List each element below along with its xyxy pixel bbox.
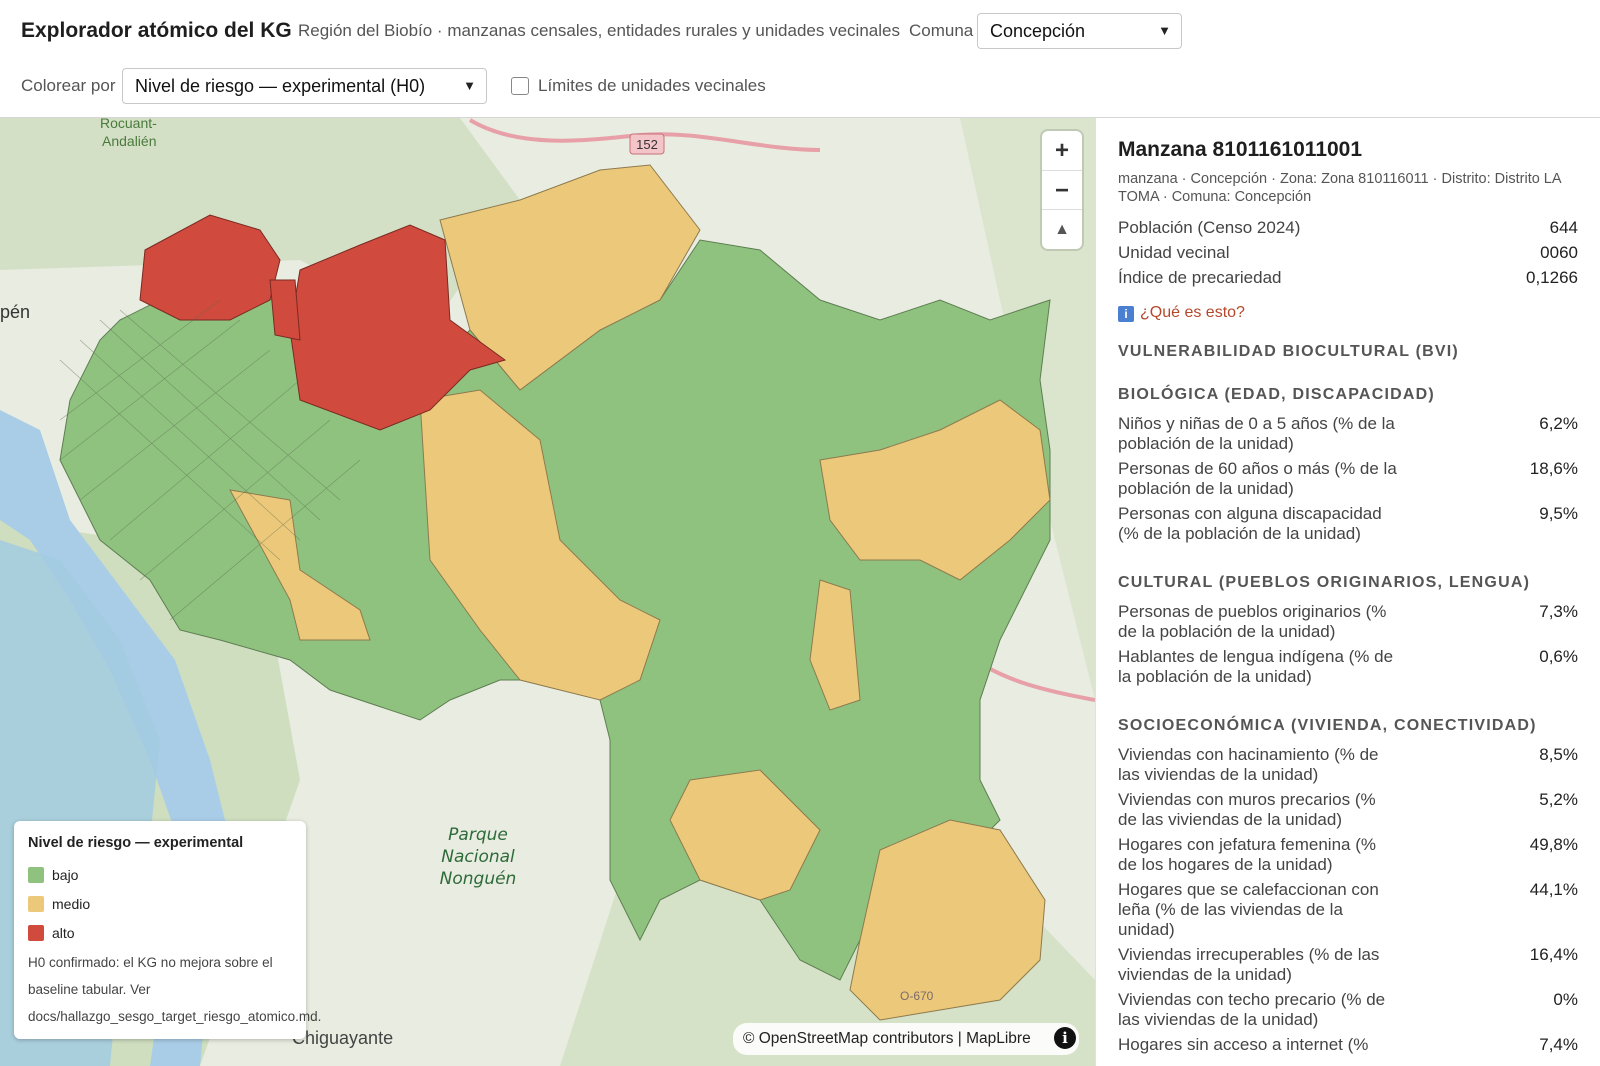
limites-checkbox[interactable] (511, 77, 529, 95)
section-biologica: BIOLÓGICA (EDAD, DISCAPACIDAD) (1118, 386, 1435, 403)
bvi-heading: VULNERABILIDAD BIOCULTURAL (BVI) (1118, 343, 1459, 360)
metric-value: 0,6% (1539, 647, 1578, 666)
map-zoom-control: + − ▲ (1042, 131, 1082, 249)
metric-value: 16,4% (1529, 945, 1578, 964)
section-cultural: CULTURAL (PUEBLOS ORIGINARIOS, LENGUA) (1118, 574, 1531, 591)
info-icon[interactable]: i (1054, 1027, 1076, 1049)
metric-label: Niños y niñas de 0 a 5 años (% de la pob… (1118, 414, 1395, 453)
panel-title: Manzana 8101161011001 (1118, 138, 1363, 161)
chevron-down-icon: ▼ (1158, 23, 1171, 38)
metric-label: Hogares que se calefaccionan con leña (%… (1118, 880, 1379, 939)
metric-value: 8,5% (1539, 745, 1578, 764)
map-label-parque-2: Nacional (441, 847, 515, 867)
panel-meta: manzana · Concepción · Zona: Zona 810116… (1118, 171, 1561, 205)
route-152-label: 152 (636, 137, 658, 152)
metric-label: Viviendas con hacinamiento (% de las viv… (1118, 745, 1379, 784)
section-socioeconomica: SOCIOECONÓMICA (VIVIENDA, CONECTIVIDAD) (1118, 717, 1537, 734)
legend-swatch-medio (28, 896, 44, 912)
metric-label: Personas de pueblos originarios (% de la… (1118, 602, 1387, 641)
metric-row: Hablantes de lengua indígena (% de la po… (1118, 647, 1578, 687)
metric-label: Hogares con jefatura femenina (% de los … (1118, 835, 1376, 874)
comuna-select-value: Concepción (990, 21, 1086, 41)
row-label: Unidad vecinal (1118, 243, 1230, 262)
legend-swatch-bajo (28, 867, 44, 883)
legend-swatch-alto (28, 925, 44, 941)
metric-value: 49,8% (1529, 835, 1578, 854)
metric-value: 44,1% (1529, 880, 1578, 899)
metric-row: Viviendas con hacinamiento (% de las viv… (1118, 745, 1578, 785)
app-subtitle: Región del Biobío · manzanas censales, e… (298, 21, 900, 40)
metric-label: Personas de 60 años o más (% de la pobla… (1118, 459, 1397, 498)
metric-label: Hablantes de lengua indígena (% de la po… (1118, 647, 1394, 686)
map-label-chiguayante: Chiguayante (292, 1028, 393, 1048)
metric-row: Hogares con jefatura femenina (% de los … (1118, 835, 1578, 875)
metric-row: Hogares que se calefaccionan con leña (%… (1118, 880, 1578, 940)
metric-value: 6,2% (1539, 414, 1578, 433)
metric-row: Personas de pueblos originarios (% de la… (1118, 602, 1578, 642)
legend-note: H0 confirmado: el KG no mejora sobre el … (28, 955, 322, 1024)
metric-row: Niños y niñas de 0 a 5 años (% de la pob… (1118, 414, 1578, 454)
reset-north-button[interactable]: ▲ (1042, 209, 1082, 248)
map-label-rocuant: Rocuant- (100, 118, 157, 131)
metric-row: Viviendas irrecuperables (% de las vivie… (1118, 945, 1578, 985)
que-es-esto-link[interactable]: i ¿Qué es esto? (1118, 304, 1245, 322)
map-legend: Nivel de riesgo — experimental bajo medi… (14, 821, 322, 1039)
metric-row: Viviendas con muros precarios (% de las … (1118, 790, 1578, 830)
metric-value: 5,2% (1539, 790, 1578, 809)
top-toolbar: Explorador atómico del KG Región del Bio… (0, 0, 1600, 118)
colorear-select[interactable]: Nivel de riesgo — experimental (H0) ▼ (122, 68, 487, 104)
metric-value: 7,4% (1539, 1035, 1578, 1054)
zoom-in-button[interactable]: + (1042, 131, 1082, 170)
app-title: Explorador atómico del KG (21, 19, 292, 42)
map-label-parque: Parque (448, 825, 508, 845)
limites-label[interactable]: Límites de unidades vecinales (538, 76, 766, 96)
row-value: 0,1266 (1526, 268, 1578, 287)
riesgo-alto-region[interactable] (269, 279, 301, 341)
row-label: Población (Censo 2024) (1118, 218, 1301, 237)
metric-value: 9,5% (1539, 504, 1578, 523)
row-label: Índice de precariedad (1118, 268, 1282, 287)
colorear-select-value: Nivel de riesgo — experimental (H0) (135, 76, 426, 96)
metric-row: Viviendas con techo precario (% de las v… (1118, 990, 1578, 1030)
metric-label: Hogares sin acceso a internet (% (1118, 1035, 1369, 1054)
help-link-text: ¿Qué es esto? (1140, 304, 1245, 321)
colorear-label: Colorear por (21, 76, 116, 95)
row-value: 644 (1549, 218, 1578, 237)
zoom-out-button[interactable]: − (1042, 170, 1082, 209)
comuna-label: Comuna (909, 21, 974, 40)
map-attribution[interactable]: © OpenStreetMap contributors | MapLibre (733, 1023, 1079, 1055)
metric-row: Personas con alguna discapacidad (% de l… (1118, 504, 1578, 544)
legend-label-medio: medio (52, 896, 91, 912)
map-label-o670: O-670 (900, 989, 934, 1003)
map-canvas[interactable]: Rocuant- Andalién pén 152 Parque Naciona… (0, 118, 1095, 1066)
legend-label-alto: alto (52, 925, 75, 941)
map-label-rocuant-2: Andalién (102, 133, 157, 149)
legend-title: Nivel de riesgo — experimental (28, 835, 244, 851)
info-icon: i (1118, 306, 1134, 322)
map-label-parque-3: Nonguén (440, 869, 517, 889)
detail-panel: Manzana 8101161011001 manzana · Concepci… (1095, 118, 1600, 1066)
metric-label: Viviendas con techo precario (% de las v… (1118, 990, 1386, 1029)
metric-row: Hogares sin acceso a internet (% 7,4% (1118, 1035, 1578, 1055)
row-value: 0060 (1540, 243, 1578, 262)
metric-value: 0% (1553, 990, 1578, 1009)
metric-value: 18,6% (1529, 459, 1578, 478)
metric-label: Viviendas con muros precarios (% de las … (1118, 790, 1376, 829)
metric-row: Personas de 60 años o más (% de la pobla… (1118, 459, 1578, 499)
comuna-select[interactable]: Concepción ▼ (977, 13, 1182, 49)
map-label-penco: pén (0, 302, 30, 322)
metric-label: Viviendas irrecuperables (% de las vivie… (1118, 945, 1380, 984)
metric-value: 7,3% (1539, 602, 1578, 621)
legend-label-bajo: bajo (52, 867, 79, 883)
chevron-down-icon: ▼ (463, 78, 476, 93)
metric-label: Personas con alguna discapacidad (% de l… (1118, 504, 1382, 543)
